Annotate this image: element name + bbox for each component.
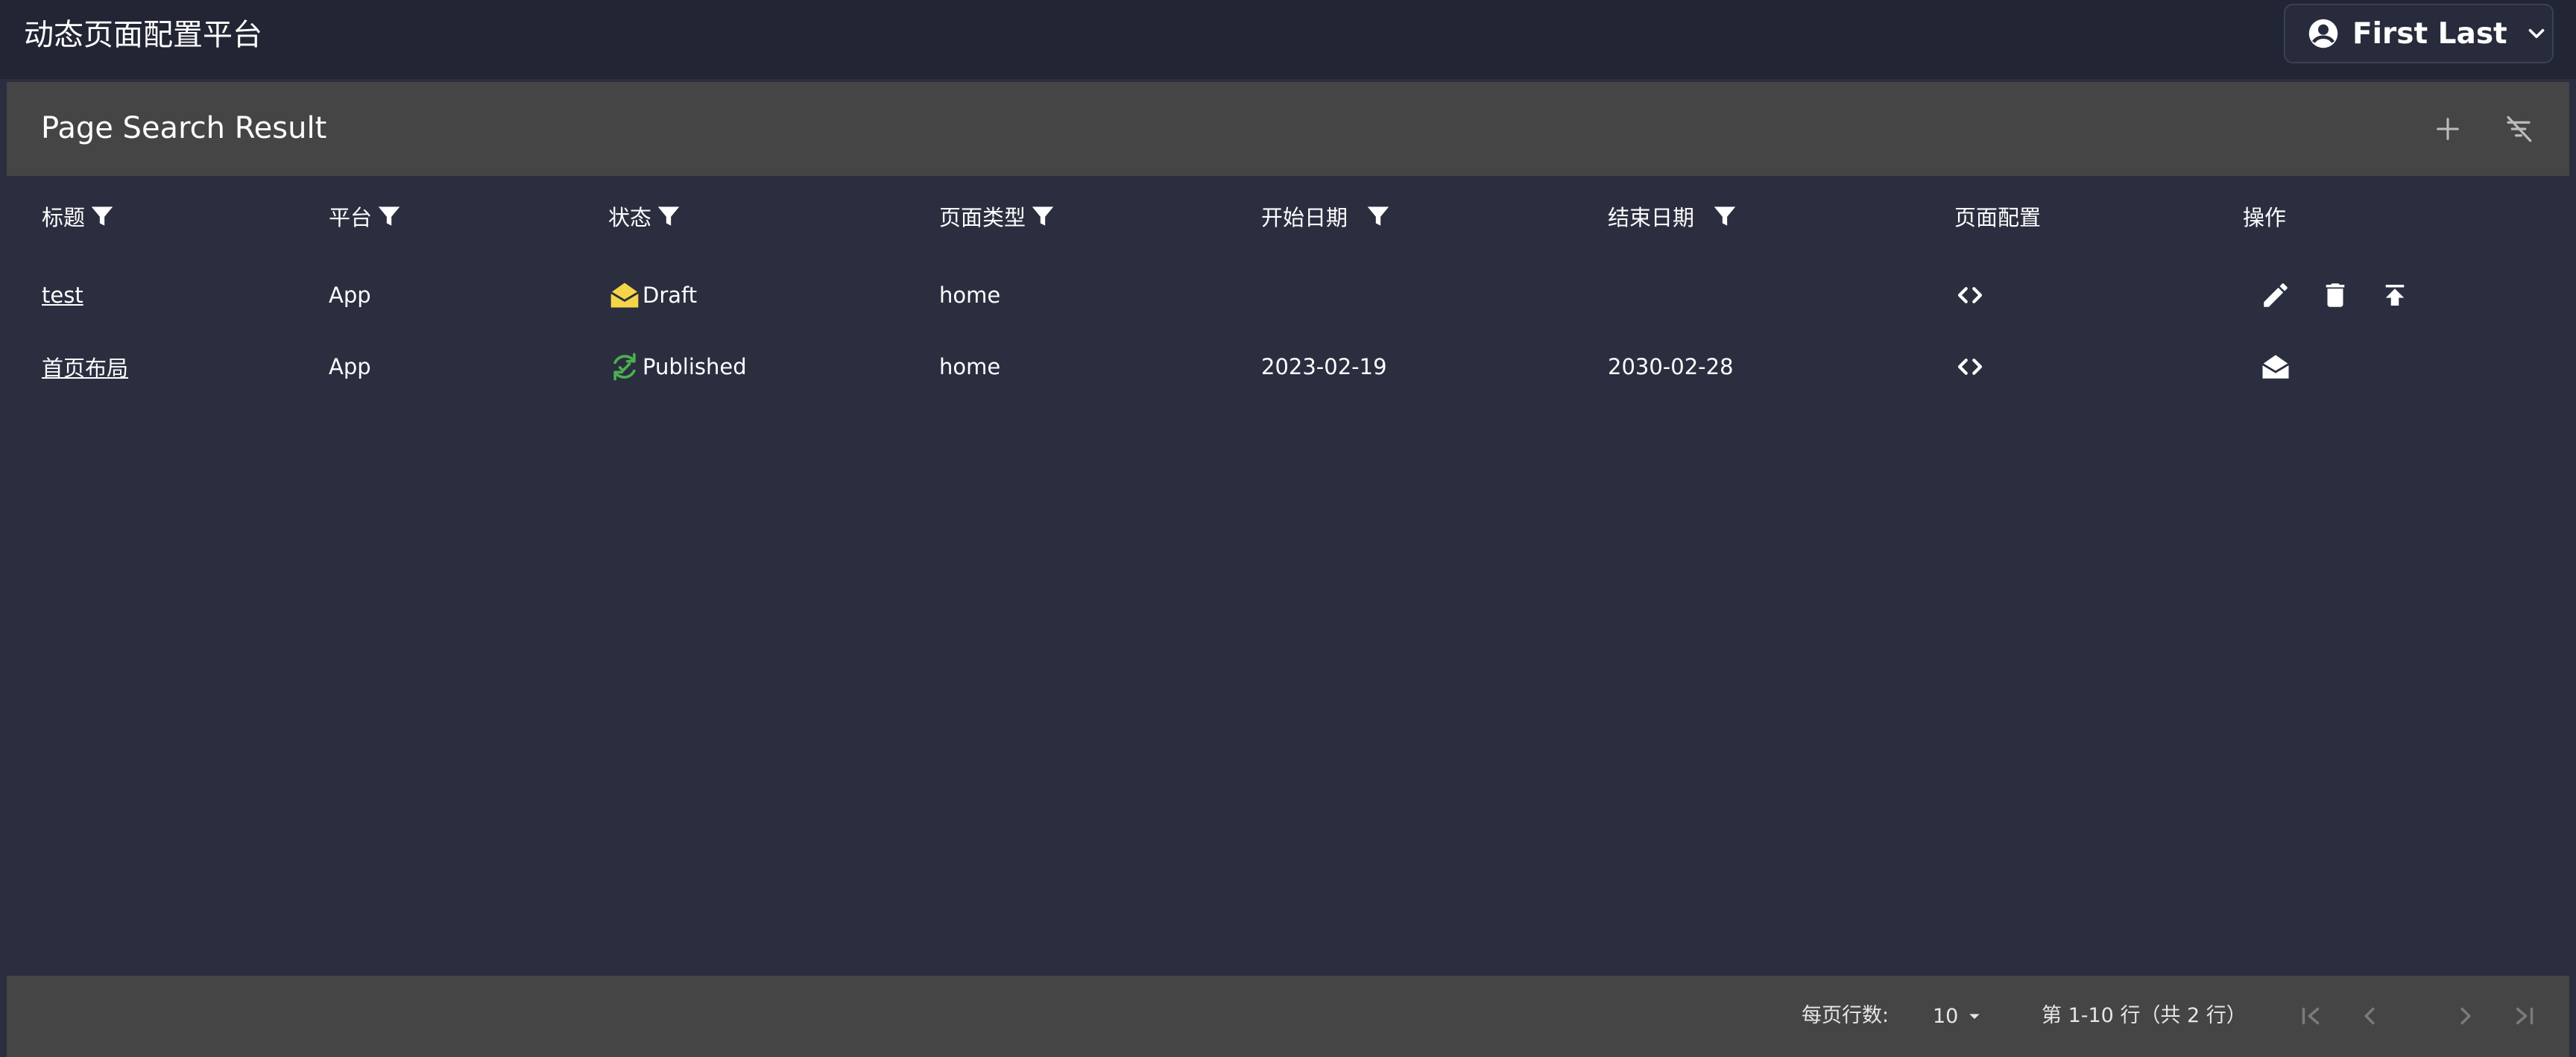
published-sync-icon: [608, 350, 641, 383]
previous-page-icon[interactable]: [2353, 1000, 2386, 1032]
delete-icon[interactable]: [2317, 277, 2353, 313]
column-header-status: 状态: [608, 200, 683, 233]
search-result-card: Page Search Result 标题 平台 状态 页面类型 开始日期 结束…: [7, 82, 2569, 1057]
row-platform: App: [329, 354, 371, 379]
row-start-date: 2023-02-19: [1261, 354, 1387, 379]
last-page-icon[interactable]: [2508, 1000, 2541, 1032]
column-header-title: 标题: [42, 200, 116, 233]
user-menu-button[interactable]: First Last: [2284, 4, 2554, 63]
chevron-down-icon: [2524, 21, 2549, 46]
column-header-actions: 操作: [2243, 205, 2287, 230]
filter-icon[interactable]: [1029, 202, 1057, 230]
column-header-start-date: 开始日期: [1261, 200, 1392, 233]
caret-down-icon: [1963, 1004, 1986, 1028]
first-page-icon[interactable]: [2294, 1000, 2327, 1032]
filter-off-icon[interactable]: [2501, 112, 2536, 146]
filter-icon[interactable]: [88, 202, 116, 230]
code-icon[interactable]: [1952, 349, 1988, 385]
pagination-footer: 每页行数: 10 第 1-10 行（共 2 行）: [7, 976, 2569, 1057]
filter-icon[interactable]: [375, 202, 403, 230]
filter-icon[interactable]: [1711, 202, 1739, 230]
row-title-link[interactable]: 首页布局: [42, 350, 128, 383]
row-status: Draft: [608, 279, 697, 312]
draft-envelope-icon: [608, 279, 641, 312]
row-page-config: [1952, 279, 1988, 312]
app-title: 动态页面配置平台: [24, 18, 262, 52]
next-page-icon[interactable]: [2449, 1000, 2482, 1032]
plus-icon[interactable]: [2431, 112, 2465, 146]
rows-per-page-label: 每页行数:: [1802, 1004, 1890, 1027]
rows-per-page-select[interactable]: 10: [1933, 998, 1986, 1034]
user-name: First Last: [2352, 16, 2507, 51]
row-title-link[interactable]: test: [42, 279, 83, 312]
edit-icon[interactable]: [2258, 277, 2294, 313]
code-icon[interactable]: [1952, 277, 1988, 313]
pagination-range: 第 1-10 行（共 2 行）: [2042, 1004, 2247, 1027]
row-actions: [2258, 350, 2294, 383]
row-status: Published: [608, 350, 747, 383]
unpublish-envelope-icon[interactable]: [2258, 349, 2294, 385]
column-header-end-date: 结束日期: [1608, 200, 1739, 233]
row-page-type: home: [939, 354, 1001, 379]
row-end-date: 2030-02-28: [1608, 354, 1734, 379]
card-title: Page Search Result: [41, 111, 327, 145]
row-page-config: [1952, 350, 1988, 383]
row-actions: [2258, 279, 2413, 312]
row-platform: App: [329, 283, 371, 308]
publish-icon[interactable]: [2377, 277, 2413, 313]
column-header-platform: 平台: [329, 200, 403, 233]
filter-icon[interactable]: [1364, 202, 1392, 230]
column-header-page-config: 页面配置: [1954, 205, 2042, 230]
account-circle-icon: [2308, 18, 2339, 49]
row-page-type: home: [939, 283, 1001, 308]
column-header-page-type: 页面类型: [939, 200, 1057, 233]
card-header: Page Search Result: [7, 82, 2569, 176]
top-bar: 动态页面配置平台 First Last: [0, 0, 2576, 79]
app-frame: 动态页面配置平台 First Last Page Search Result 标…: [0, 0, 2576, 1057]
filter-icon[interactable]: [654, 202, 683, 230]
